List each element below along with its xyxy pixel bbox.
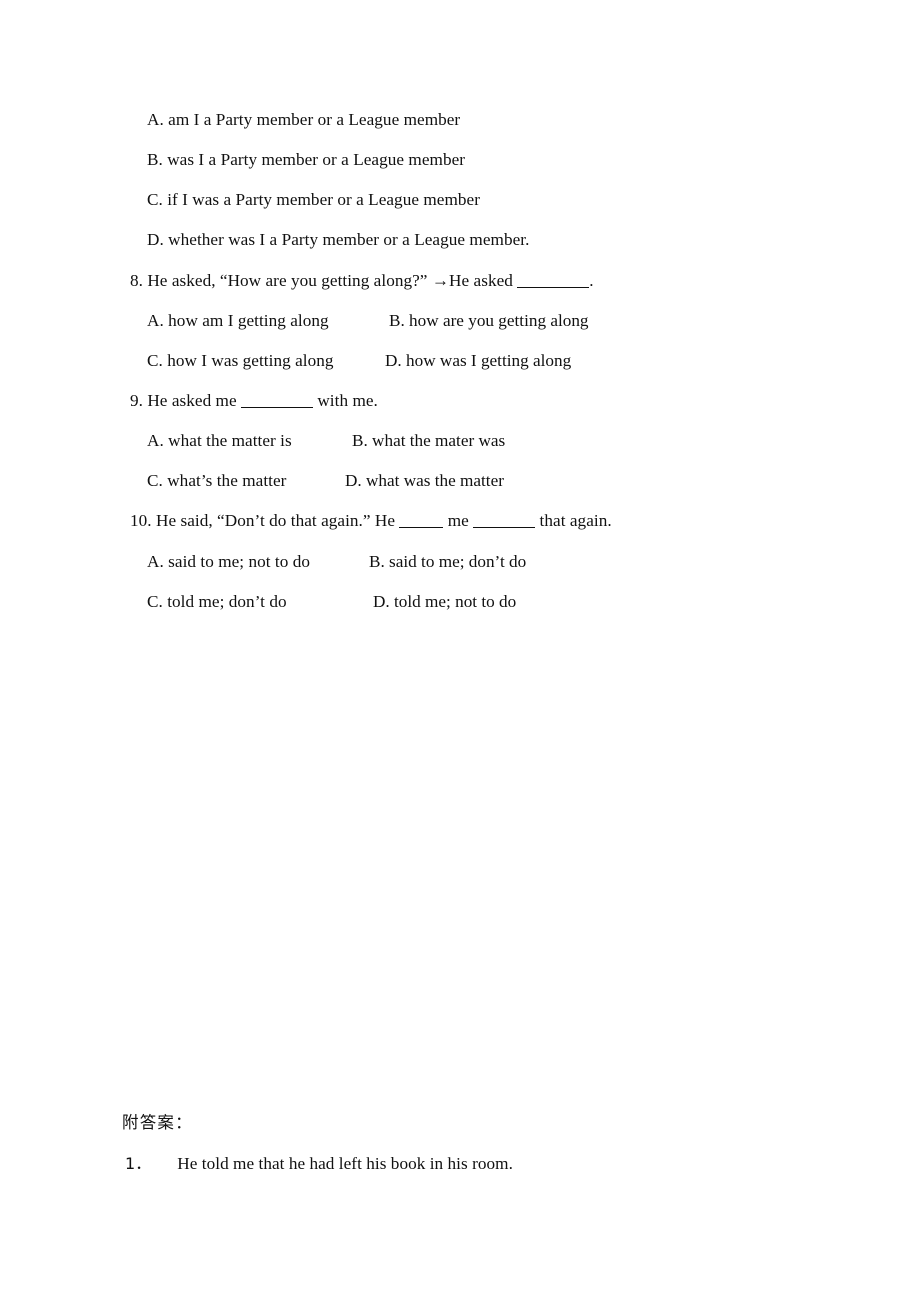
answer-item-1-number: 1． xyxy=(125,1154,152,1173)
question-8-option-a: A. how am I getting along xyxy=(147,311,329,330)
question-9-option-d: D. what was the matter xyxy=(345,471,504,490)
question-10-option-d: D. told me; not to do xyxy=(373,592,517,611)
question-8-stem-text-before: 8. He asked, “How are you getting along?… xyxy=(130,271,518,290)
carryover-option-d: D. whether was I a Party member or a Lea… xyxy=(147,230,530,249)
question-9-stem-text-before: 9. He asked me xyxy=(130,391,241,410)
question-10-blank-2 xyxy=(473,514,536,528)
carryover-option-c: C. if I was a Party member or a League m… xyxy=(147,190,480,209)
question-8-option-c: C. how I was getting along xyxy=(147,351,334,370)
answer-item-1: 1． He told me that he had left his book i… xyxy=(125,1154,513,1174)
question-10-option-c: C. told me; don’t do xyxy=(147,592,287,611)
question-8-option-d: D. how was I getting along xyxy=(385,351,572,370)
question-8-stem-text-after: . xyxy=(589,271,594,290)
document-page: A. am I a Party member or a League membe… xyxy=(0,0,920,1302)
question-9-blank xyxy=(241,394,313,408)
question-10-option-b: B. said to me; don’t do xyxy=(369,552,527,571)
question-8-blank xyxy=(517,274,590,288)
answer-item-1-text: He told me that he had left his book in … xyxy=(177,1154,513,1173)
question-8-stem: 8. He asked, “How are you getting along?… xyxy=(130,271,594,291)
carryover-option-b: B. was I a Party member or a League memb… xyxy=(147,150,466,169)
question-10-stem-text-part2: me xyxy=(443,511,474,530)
carryover-option-a: A. am I a Party member or a League membe… xyxy=(147,110,461,129)
question-9-option-a: A. what the matter is xyxy=(147,431,292,450)
question-9-stem-text-after: with me. xyxy=(313,391,378,410)
question-10-stem-text-part1: 10. He said, “Don’t do that again.” He xyxy=(130,511,400,530)
question-9-option-b: B. what the mater was xyxy=(352,431,506,450)
question-10-stem-text-part3: that again. xyxy=(535,511,612,530)
question-10-stem: 10. He said, “Don’t do that again.” He m… xyxy=(130,511,612,531)
question-10-blank-1 xyxy=(399,514,444,528)
question-9-stem: 9. He asked me with me. xyxy=(130,391,378,411)
question-9-option-c: C. what’s the matter xyxy=(147,471,287,490)
answer-section-heading: 附答案： xyxy=(122,1113,193,1132)
question-8-option-b: B. how are you getting along xyxy=(389,311,589,330)
question-10-option-a: A. said to me; not to do xyxy=(147,552,311,571)
